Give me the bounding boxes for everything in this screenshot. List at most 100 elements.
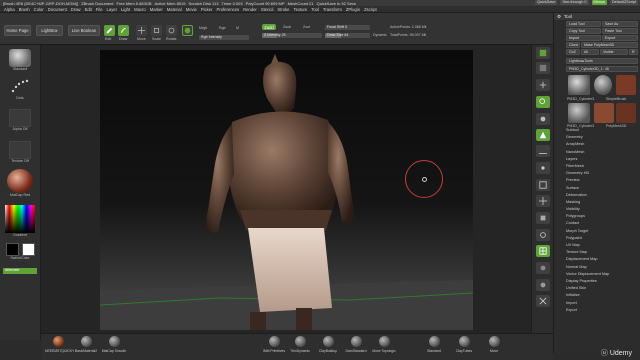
section-morph-target[interactable]: Morph Target (566, 228, 640, 235)
menu-render[interactable]: Render (243, 7, 257, 12)
left-brush-2[interactable]: BasicMaterial2 (73, 336, 99, 353)
section-geometry-hd[interactable]: Geometry HD (566, 170, 640, 177)
scale-view-icon[interactable] (536, 212, 550, 224)
brush-move[interactable]: Move (481, 336, 507, 353)
section-geometry[interactable]: Geometry (566, 134, 640, 141)
menu-zscript[interactable]: Zscript (364, 7, 377, 12)
frame-icon[interactable] (536, 179, 550, 191)
switch-color-label[interactable]: SwitchColor (3, 256, 37, 260)
focal-shift-slider[interactable]: Focal Shift 0 (325, 25, 370, 30)
alpha-slot[interactable]: Alpha Off (3, 109, 37, 131)
floor-icon[interactable] (536, 145, 550, 157)
brush-damstandard[interactable]: DamStandard (343, 336, 369, 353)
polyf-icon[interactable] (536, 245, 550, 257)
secondary-color-swatch[interactable] (21, 243, 35, 256)
section-export[interactable]: Export (566, 307, 640, 314)
scale-icon[interactable] (151, 25, 162, 36)
tool-thumb-6[interactable] (616, 103, 636, 123)
solo-icon[interactable] (536, 279, 550, 291)
export-button[interactable]: Export (602, 35, 638, 41)
menu-stroke[interactable]: Stroke (277, 7, 289, 12)
section-preview[interactable]: Preview (566, 177, 640, 184)
scroll-icon[interactable] (536, 79, 550, 91)
menu-transform[interactable]: Transform (323, 7, 342, 12)
zadd-button[interactable]: Zadd (262, 24, 276, 30)
section-import[interactable]: Import (566, 300, 640, 307)
tool-thumb-1[interactable] (568, 75, 590, 95)
zoom-icon[interactable] (536, 96, 550, 108)
section-unified-skin[interactable]: Unified Skin (566, 285, 640, 292)
section-normal-map[interactable]: Normal Map (566, 264, 640, 271)
tool-thumb-3[interactable] (616, 75, 636, 95)
clone-button[interactable]: Clone (566, 42, 580, 48)
default-zscript-button[interactable]: DefaultZScript (609, 0, 638, 5)
section-displacement-map[interactable]: Displacement Map (566, 256, 640, 263)
home-page-button[interactable]: Home Page (4, 25, 31, 36)
quicksave-button[interactable]: QuickSave (535, 0, 558, 5)
dynamic-label[interactable]: Dynamic (373, 33, 387, 37)
section-arraymesh[interactable]: ArrayMesh (566, 141, 640, 148)
menu-draw[interactable]: Draw (71, 7, 81, 12)
texture-slot[interactable]: Texture Off (3, 141, 37, 163)
section-fibermesh[interactable]: FiberMesh (566, 163, 640, 170)
local-icon[interactable] (536, 162, 550, 174)
transp-icon[interactable] (536, 262, 550, 274)
mrgb-label[interactable]: Mrgb (199, 26, 207, 30)
zsub-label[interactable]: Zsub (283, 25, 291, 29)
left-brush-3[interactable]: MatCap Smooth (101, 336, 127, 353)
lightbox-tools-button[interactable]: Lightbox▸Tools (566, 58, 638, 64)
rgb-intensity-slider[interactable]: Rgb Intensity (199, 35, 249, 40)
section-display-properties[interactable]: Display Properties (566, 278, 640, 285)
menu-macro[interactable]: Macro (134, 7, 146, 12)
rotate-icon[interactable] (166, 25, 177, 36)
move-view-icon[interactable] (536, 195, 550, 207)
current-tool-slider[interactable]: PM3D_Cylinder3D_1: 48 (566, 66, 638, 72)
menu-color[interactable]: Color (34, 7, 44, 12)
section-polypaint[interactable]: Polypaint (566, 235, 640, 242)
menu-brush[interactable]: Brush (19, 7, 30, 12)
seethrough-slider[interactable]: See-through 0 (560, 0, 589, 5)
sphere-draw-icon[interactable] (182, 25, 193, 36)
color-square[interactable] (5, 205, 35, 233)
section-surface[interactable]: Surface (566, 185, 640, 192)
menu-texture[interactable]: Texture (294, 7, 308, 12)
brush-move-topologic[interactable]: Move Topologic (371, 336, 397, 353)
draw-icon[interactable] (118, 25, 129, 36)
tool-palette-header[interactable]: ⚙ Tool (554, 13, 640, 20)
stroke-slot[interactable]: Dots (3, 77, 37, 100)
persp-icon[interactable] (536, 129, 550, 141)
load-tool-button[interactable]: Load Tool (566, 21, 601, 27)
menu-zplugin[interactable]: ZPlugin (346, 7, 360, 12)
bpr-icon[interactable] (536, 47, 550, 59)
menu-material[interactable]: Material (167, 7, 182, 12)
alternate-button[interactable]: Alternate (3, 268, 37, 274)
lightbox-button[interactable]: LightBox (36, 25, 63, 36)
left-brush-1[interactable]: NEEEMSTQUICKY (45, 336, 74, 353)
draw-size-slider[interactable]: Draw Size 64 (325, 33, 370, 38)
color-picker[interactable]: Gradient (3, 205, 37, 237)
menu-file[interactable]: File (96, 7, 103, 12)
menu-picker[interactable]: Picker (201, 7, 213, 12)
zcut-label[interactable]: Zcut (303, 25, 310, 29)
brush-slot[interactable]: Standard (3, 49, 37, 71)
rotate-view-icon[interactable] (536, 229, 550, 241)
section-masking[interactable]: Masking (566, 199, 640, 206)
m-label[interactable]: M (236, 26, 239, 30)
section-visibility[interactable]: Visibility (566, 206, 640, 213)
import-button[interactable]: Import (566, 35, 601, 41)
menu-stencil[interactable]: Stencil (261, 7, 274, 12)
brush-imm-primitives[interactable]: IMM Primitives (261, 336, 287, 353)
menu-preferences[interactable]: Preferences (217, 7, 240, 12)
r-button[interactable]: R (629, 49, 638, 55)
visible-button[interactable]: Visible (600, 49, 628, 55)
menus-button[interactable]: Menus (591, 0, 607, 5)
brush-standard[interactable]: Standard (421, 336, 447, 353)
make-polymesh-button[interactable]: Make PolyMesh3D (581, 42, 638, 48)
material-slot[interactable]: MatCap Red (3, 169, 37, 197)
menu-marker[interactable]: Marker (150, 7, 163, 12)
menu-tool[interactable]: Tool (311, 7, 319, 12)
section-contact[interactable]: Contact (566, 220, 640, 227)
menu-layer[interactable]: Layer (107, 7, 117, 12)
tool-thumb-2[interactable] (594, 75, 612, 95)
z-intensity-slider[interactable]: Z Intensity 25 (262, 33, 322, 38)
